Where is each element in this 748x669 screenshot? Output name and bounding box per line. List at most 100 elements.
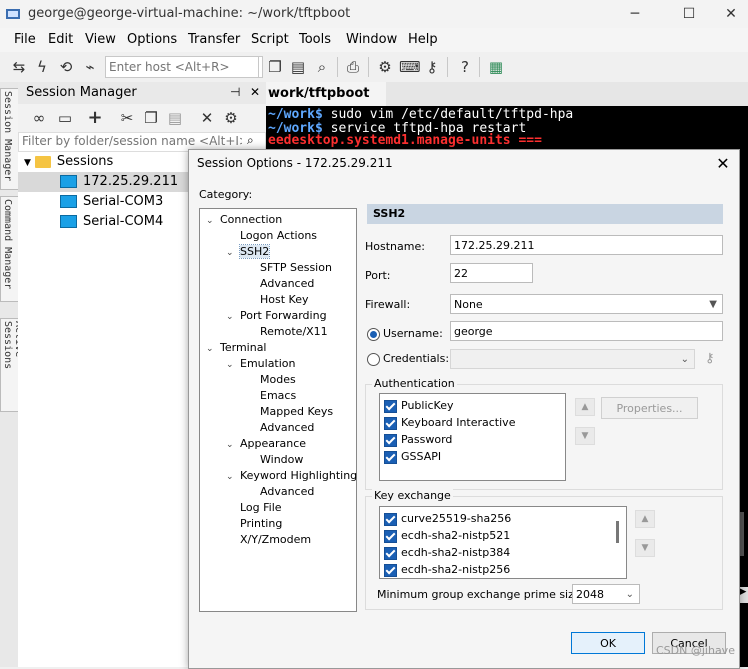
- kex-move-down-button[interactable]: ▼: [635, 539, 655, 557]
- properties-icon[interactable]: ⚙: [222, 109, 240, 127]
- credentials-radio[interactable]: [367, 353, 380, 366]
- tab-session-manager[interactable]: Session Manager: [0, 88, 19, 190]
- category-item[interactable]: ⌄ Port Forwarding: [226, 308, 327, 325]
- terminal-tab[interactable]: work/tftpboot: [266, 82, 387, 106]
- credentials-key-icon[interactable]: ⚷: [705, 351, 715, 366]
- category-item[interactable]: Modes: [246, 372, 296, 388]
- checkbox-checked-icon[interactable]: [384, 433, 397, 447]
- checkbox-checked-icon[interactable]: [384, 416, 397, 430]
- minimize-button[interactable]: ─: [612, 0, 658, 28]
- kex-scrollbar[interactable]: [616, 521, 619, 543]
- find-icon[interactable]: ⌕: [313, 58, 331, 76]
- auth-method-item[interactable]: GSSAPI: [384, 449, 441, 465]
- properties-button[interactable]: Properties...: [601, 397, 698, 419]
- expand-icon[interactable]: ⌄: [226, 357, 240, 373]
- category-item[interactable]: ⌄ Appearance: [226, 436, 306, 453]
- dialog-close-button[interactable]: ✕: [711, 152, 735, 176]
- search-icon[interactable]: ⌕: [247, 133, 254, 148]
- expand-icon[interactable]: ⌄: [206, 213, 220, 229]
- category-item[interactable]: Log File: [226, 500, 282, 516]
- category-item[interactable]: ⌄ Keyword Highlighting: [226, 468, 357, 485]
- session-item[interactable]: Serial-COM3: [60, 192, 163, 212]
- kex-method-item[interactable]: curve25519-sha256: [384, 511, 511, 527]
- checkbox-checked-icon[interactable]: [384, 563, 397, 577]
- new-window-icon[interactable]: ▭: [56, 109, 74, 127]
- menu-options[interactable]: Options: [127, 32, 177, 47]
- checkbox-checked-icon[interactable]: [384, 512, 397, 526]
- kex-move-up-button[interactable]: ▲: [635, 510, 655, 528]
- username-field[interactable]: george: [450, 321, 723, 341]
- paste-icon[interactable]: ▤: [289, 58, 307, 76]
- keymap-icon[interactable]: ⌨: [399, 58, 421, 76]
- port-field[interactable]: 22: [450, 263, 533, 283]
- disconnect-icon[interactable]: ⌁: [81, 58, 99, 76]
- move-up-button[interactable]: ▲: [575, 398, 595, 416]
- firewall-select[interactable]: None ▼: [450, 294, 723, 314]
- kex-method-item[interactable]: ecdh-sha2-nistp384: [384, 545, 510, 561]
- session-filter-input[interactable]: [19, 133, 245, 149]
- category-item[interactable]: ⌄ Connection: [206, 212, 282, 229]
- close-panel-icon[interactable]: ✕: [250, 85, 260, 99]
- category-item[interactable]: Remote/X11: [246, 324, 328, 340]
- host-input[interactable]: [105, 56, 263, 78]
- key-icon[interactable]: ⚷: [423, 58, 441, 76]
- tree-root-sessions[interactable]: ▼ Sessions: [24, 152, 113, 172]
- category-item[interactable]: X/Y/Zmodem: [226, 532, 311, 548]
- category-item[interactable]: SFTP Session: [246, 260, 332, 276]
- category-item[interactable]: Advanced: [246, 276, 314, 292]
- paste-session-icon[interactable]: ▤: [166, 109, 184, 127]
- auth-method-item[interactable]: PublicKey: [384, 398, 454, 414]
- category-item[interactable]: Logon Actions: [226, 228, 317, 244]
- credentials-select[interactable]: ⌄: [450, 349, 695, 369]
- category-item[interactable]: Printing: [226, 516, 282, 532]
- username-radio[interactable]: [367, 328, 380, 341]
- kex-method-item[interactable]: ecdh-sha2-nistp521: [384, 528, 510, 544]
- menu-file[interactable]: File: [14, 32, 36, 47]
- category-item[interactable]: Advanced: [246, 420, 314, 436]
- checkbox-checked-icon[interactable]: [384, 450, 397, 464]
- category-item[interactable]: Host Key: [246, 292, 309, 308]
- expand-icon[interactable]: ⌄: [206, 341, 220, 357]
- menu-transfer[interactable]: Transfer: [188, 32, 240, 47]
- menu-window[interactable]: Window: [346, 32, 397, 47]
- expand-icon[interactable]: ▼: [24, 158, 31, 168]
- link-icon[interactable]: ∞: [30, 109, 48, 127]
- pin-icon[interactable]: ⊣: [230, 85, 240, 99]
- menu-help[interactable]: Help: [408, 32, 438, 47]
- auth-method-item[interactable]: Keyboard Interactive: [384, 415, 515, 431]
- connect-icon[interactable]: ⇆: [10, 58, 28, 76]
- category-item[interactable]: Emacs: [246, 388, 296, 404]
- kex-method-item[interactable]: ecdh-sha2-nistp256: [384, 562, 510, 578]
- category-item[interactable]: Window: [246, 452, 303, 468]
- category-item[interactable]: ⌄ Terminal: [206, 340, 267, 357]
- move-down-button[interactable]: ▼: [575, 427, 595, 445]
- help-icon[interactable]: ?: [456, 58, 474, 76]
- delete-icon[interactable]: ✕: [198, 109, 216, 127]
- cut-icon[interactable]: ✂: [118, 109, 136, 127]
- sftp-icon[interactable]: ▦: [487, 58, 505, 76]
- session-item[interactable]: Serial-COM4: [60, 212, 163, 232]
- copy-session-icon[interactable]: ❐: [142, 109, 160, 127]
- reconnect-icon[interactable]: ⟲: [57, 58, 75, 76]
- maximize-button[interactable]: ☐: [666, 0, 712, 28]
- copy-icon[interactable]: ❐: [266, 58, 284, 76]
- menu-edit[interactable]: Edit: [48, 32, 73, 47]
- menu-view[interactable]: View: [85, 32, 116, 47]
- terminal-scrollbar[interactable]: [740, 512, 744, 556]
- expand-icon[interactable]: ⌄: [226, 469, 240, 485]
- checkbox-checked-icon[interactable]: [384, 399, 397, 413]
- menu-script[interactable]: Script: [251, 32, 289, 47]
- hostname-field[interactable]: 172.25.29.211: [450, 235, 723, 255]
- ok-button[interactable]: OK: [571, 632, 645, 654]
- expand-icon[interactable]: ⌄: [226, 245, 240, 261]
- category-item[interactable]: ⌄ Emulation: [226, 356, 296, 373]
- expand-icon[interactable]: ⌄: [226, 309, 240, 325]
- print-icon[interactable]: ⎙: [344, 58, 362, 76]
- tab-command-manager[interactable]: Command Manager: [0, 196, 19, 302]
- category-item[interactable]: ⌄ SSH2: [226, 244, 271, 261]
- category-item[interactable]: Mapped Keys: [246, 404, 333, 420]
- close-window-button[interactable]: ✕: [708, 0, 748, 28]
- expand-icon[interactable]: ⌄: [226, 437, 240, 453]
- add-session-icon[interactable]: +: [86, 109, 104, 127]
- settings-icon[interactable]: ⚙: [376, 58, 394, 76]
